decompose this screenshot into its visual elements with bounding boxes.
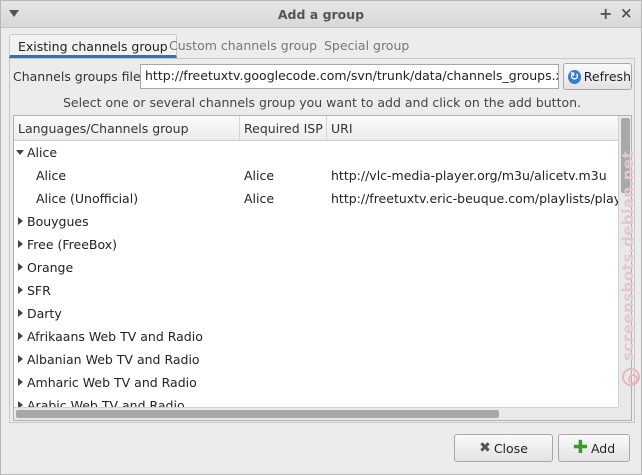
tree-row[interactable]: Amharic Web TV and Radio	[14, 371, 618, 394]
instruction-text: Select one or several channels group you…	[62, 95, 582, 110]
refresh-button[interactable]: ↻ Refresh	[563, 63, 632, 90]
tree-cell-uri: http://freetuxtv.eric-beuque.com/playlis…	[331, 191, 618, 206]
tree-cell-isp: Alice	[244, 191, 275, 206]
title-bar: Add a group + ×	[1, 1, 641, 28]
tree-rows: Alice Alice Alice http://vlc-media-player.o…	[14, 141, 618, 407]
tree-row[interactable]: Alice (Unofficial) Alice http://freetuxtv.…	[14, 187, 618, 210]
expander-collapsed-icon[interactable]	[18, 355, 23, 363]
channels-file-label: Channels groups file:	[13, 69, 145, 84]
tree-cell-name: Alice	[27, 145, 58, 160]
tree-cell-name: Orange	[27, 260, 74, 275]
tree-cell-isp: Alice	[244, 168, 275, 183]
column-header-uri[interactable]: URI	[327, 116, 618, 141]
add-button[interactable]: ✚ Add	[558, 434, 630, 462]
add-button-label: Add	[590, 440, 616, 456]
channels-group-tree[interactable]: Languages/Channels group Required ISP UR…	[13, 115, 632, 421]
maximize-icon[interactable]: +	[599, 4, 612, 23]
tree-cell-name: Albanian Web TV and Radio	[27, 352, 200, 367]
existing-group-panel: Channels groups file: http://freetuxtv.g…	[9, 58, 635, 423]
debian-swirl-icon	[622, 368, 640, 386]
scroll-corner	[618, 407, 631, 420]
refresh-button-label: Refresh	[583, 69, 631, 84]
expander-collapsed-icon[interactable]	[18, 217, 23, 225]
watermark: screenshots.debian.net	[615, 121, 639, 361]
horizontal-scrollbar[interactable]	[14, 407, 618, 420]
tree-header: Languages/Channels group Required ISP UR…	[14, 116, 618, 141]
channels-file-input[interactable]: http://freetuxtv.googlecode.com/svn/trun…	[140, 64, 559, 89]
expander-collapsed-icon[interactable]	[18, 332, 23, 340]
tree-cell-name: Free (FreeBox)	[27, 237, 118, 252]
close-button[interactable]: ✖ Close	[454, 434, 553, 462]
watermark-text: screenshots.debian.net	[619, 150, 637, 361]
tree-row[interactable]: Bouygues	[14, 210, 618, 233]
expander-expanded-icon[interactable]	[16, 150, 24, 155]
tab-bar: Existing channels group Custom channels …	[9, 34, 635, 58]
add-group-dialog: Add a group + × Existing channels group …	[0, 0, 642, 475]
close-button-label: Close	[493, 440, 528, 456]
expander-collapsed-icon[interactable]	[18, 286, 23, 294]
tree-row[interactable]: Arabic Web TV and Radio	[14, 394, 618, 407]
tree-row[interactable]: Albanian Web TV and Radio	[14, 348, 618, 371]
tab-existing-channels-group[interactable]: Existing channels group	[9, 34, 177, 58]
tree-row[interactable]: Darty	[14, 302, 618, 325]
close-icon: ✖	[479, 440, 491, 456]
tree-row[interactable]: Alice Alice http://vlc-media-player.org/m3…	[14, 164, 618, 187]
tree-cell-name: Bouygues	[27, 214, 89, 229]
window-title: Add a group	[277, 7, 365, 22]
column-header-languages[interactable]: Languages/Channels group	[14, 116, 240, 141]
add-icon: ✚	[572, 437, 588, 458]
tree-row[interactable]: Afrikaans Web TV and Radio	[14, 325, 618, 348]
close-window-icon[interactable]: ×	[620, 4, 633, 22]
tree-cell-name: SFR	[27, 283, 51, 298]
tree-cell-name: Arabic Web TV and Radio	[27, 398, 185, 407]
tree-cell-name: Afrikaans Web TV and Radio	[27, 329, 203, 344]
refresh-icon: ↻	[568, 69, 581, 84]
expander-collapsed-icon[interactable]	[18, 263, 23, 271]
tree-cell-name: Alice (Unofficial)	[36, 191, 139, 206]
tree-row[interactable]: Free (FreeBox)	[14, 233, 618, 256]
tab-custom-channels-group[interactable]: Custom channels group	[161, 34, 325, 58]
expander-collapsed-icon[interactable]	[18, 378, 23, 386]
tree-row[interactable]: Orange	[14, 256, 618, 279]
tree-cell-name: Amharic Web TV and Radio	[27, 375, 197, 390]
tab-special-group[interactable]: Special group	[316, 34, 417, 58]
tree-cell-uri: http://vlc-media-player.org/m3u/alicetv.…	[331, 168, 607, 183]
tree-cell-name: Alice	[36, 168, 67, 183]
expander-collapsed-icon[interactable]	[18, 309, 23, 317]
tree-row[interactable]: Alice	[14, 141, 618, 164]
tree-cell-name: Darty	[27, 306, 62, 321]
horizontal-scrollbar-thumb[interactable]	[16, 410, 499, 418]
tree-row[interactable]: SFR	[14, 279, 618, 302]
expander-collapsed-icon[interactable]	[18, 240, 23, 248]
column-header-required-isp[interactable]: Required ISP	[240, 116, 327, 141]
